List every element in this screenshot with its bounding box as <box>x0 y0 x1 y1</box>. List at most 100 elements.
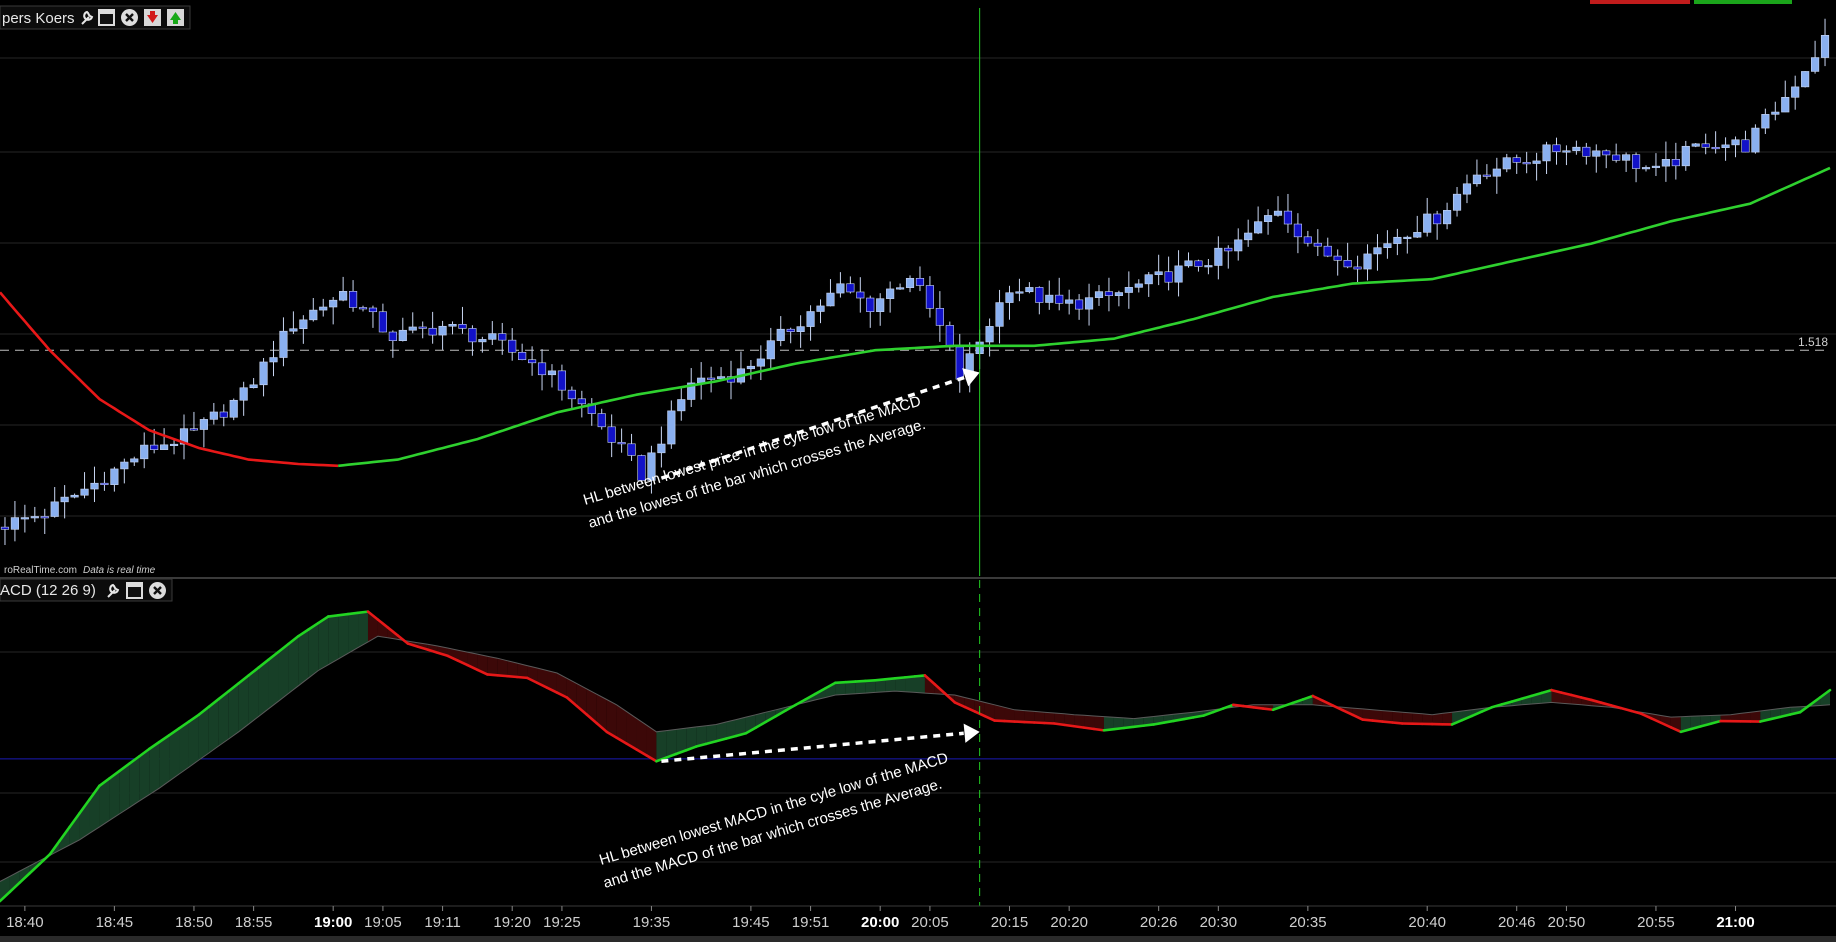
scrollbar[interactable] <box>0 936 1836 942</box>
x-axis-tick-label: 18:45 <box>96 914 134 931</box>
candle-body <box>1552 144 1561 153</box>
candle-body <box>1602 150 1611 156</box>
candle-body <box>418 326 427 329</box>
candle-body <box>60 496 69 503</box>
candle-body <box>1363 253 1372 270</box>
candle-body <box>766 340 775 360</box>
macd-fill-segment <box>1422 713 1433 725</box>
candle-body <box>130 458 139 463</box>
candle-body <box>756 358 765 367</box>
macd-line-segment <box>913 674 927 678</box>
macd-line-segment <box>1261 707 1275 712</box>
candle-body <box>150 444 159 450</box>
candle-body <box>1681 145 1690 167</box>
move-up-icon[interactable] <box>167 9 184 26</box>
window-icon[interactable] <box>126 582 143 599</box>
macd-line-segment <box>1182 716 1195 721</box>
candle-body <box>597 413 606 428</box>
x-axis-tick-label: 18:50 <box>175 914 213 931</box>
candle-body <box>1293 223 1302 238</box>
macd-fill-segment <box>338 614 349 660</box>
macd-fill-segment <box>845 681 856 695</box>
candle-body <box>229 399 238 418</box>
candle-body <box>1094 291 1104 298</box>
macd-line-segment <box>1192 714 1205 719</box>
x-axis-tick-label: 18:55 <box>235 914 273 931</box>
candle-body <box>1184 260 1193 267</box>
candle-body <box>1811 57 1820 72</box>
close-icon[interactable] <box>121 9 138 26</box>
candle-body <box>896 287 905 290</box>
candle-body <box>1423 213 1432 233</box>
candle-body <box>239 387 248 401</box>
macd-line-segment <box>854 679 867 683</box>
candle-body <box>1452 193 1462 211</box>
macd-fill-segment <box>1034 711 1045 723</box>
macd-line-segment <box>1082 726 1096 731</box>
candle-body <box>219 411 228 418</box>
close-icon[interactable] <box>149 582 166 599</box>
candle-body <box>1781 97 1790 113</box>
candle-body <box>1820 35 1830 58</box>
candle-body <box>10 517 19 530</box>
candle-body <box>1303 236 1312 244</box>
candle-body <box>1383 243 1392 248</box>
macd-line-segment <box>1241 704 1255 709</box>
candle-body <box>259 361 268 386</box>
candle-body <box>1283 210 1293 225</box>
candle-body <box>1413 232 1422 238</box>
macd-fill-segment <box>1014 709 1025 723</box>
candle-body <box>1273 210 1283 216</box>
candle-body <box>1711 146 1720 150</box>
candle-body <box>160 444 169 450</box>
candle-body <box>1801 71 1810 88</box>
macd-fill-segment <box>169 728 180 782</box>
candle-body <box>915 278 925 286</box>
candle-body <box>1631 154 1641 169</box>
background <box>0 0 1836 942</box>
candle-body <box>140 444 149 460</box>
candle-body <box>1651 165 1661 168</box>
candle-body <box>577 398 586 405</box>
x-axis-tick-label: 19:35 <box>633 914 671 931</box>
x-axis-tick-label: 20:50 <box>1548 914 1586 931</box>
macd-fill-segment <box>179 721 189 775</box>
candle-body <box>1343 260 1352 268</box>
candle-body <box>925 285 934 309</box>
candle-body <box>1721 144 1730 148</box>
macd-line-segment <box>1132 724 1146 729</box>
macd-fill-segment <box>308 623 319 679</box>
macd-fill-segment <box>895 677 906 692</box>
candle-body <box>1124 287 1133 293</box>
candle-body <box>1333 255 1342 261</box>
candle-body <box>1492 168 1501 177</box>
window-icon[interactable] <box>98 9 115 26</box>
macd-fill-segment <box>865 680 876 694</box>
top-tab-red[interactable] <box>1590 0 1690 4</box>
candle-body <box>80 488 89 496</box>
candle-body <box>886 288 895 299</box>
candle-body <box>1015 291 1024 294</box>
candle-body <box>209 411 218 420</box>
candle-body <box>1612 154 1621 161</box>
candle-body <box>786 328 795 333</box>
candle-body <box>0 526 10 530</box>
candle-body <box>498 333 507 341</box>
candle-body <box>935 308 944 326</box>
top-tab-green[interactable] <box>1694 0 1792 4</box>
candle-body <box>1234 239 1243 252</box>
candle-body <box>995 302 1004 327</box>
candle-body <box>1671 159 1680 167</box>
price-panel-header: pers Koers <box>0 5 191 30</box>
candle-body <box>1443 210 1452 225</box>
macd-fill-segment <box>238 675 249 732</box>
candle-body <box>1433 213 1442 225</box>
candle-body <box>607 426 616 443</box>
move-down-icon[interactable] <box>144 9 161 26</box>
macd-line-segment <box>486 673 499 677</box>
macd-fill-segment <box>905 676 915 693</box>
candle-body <box>1622 154 1631 161</box>
chart-canvas[interactable]: 1.518 HL between lowest price in the cyl… <box>0 0 1836 942</box>
macd-fill-segment <box>188 714 199 768</box>
x-axis-tick-label: 18:40 <box>6 914 44 931</box>
